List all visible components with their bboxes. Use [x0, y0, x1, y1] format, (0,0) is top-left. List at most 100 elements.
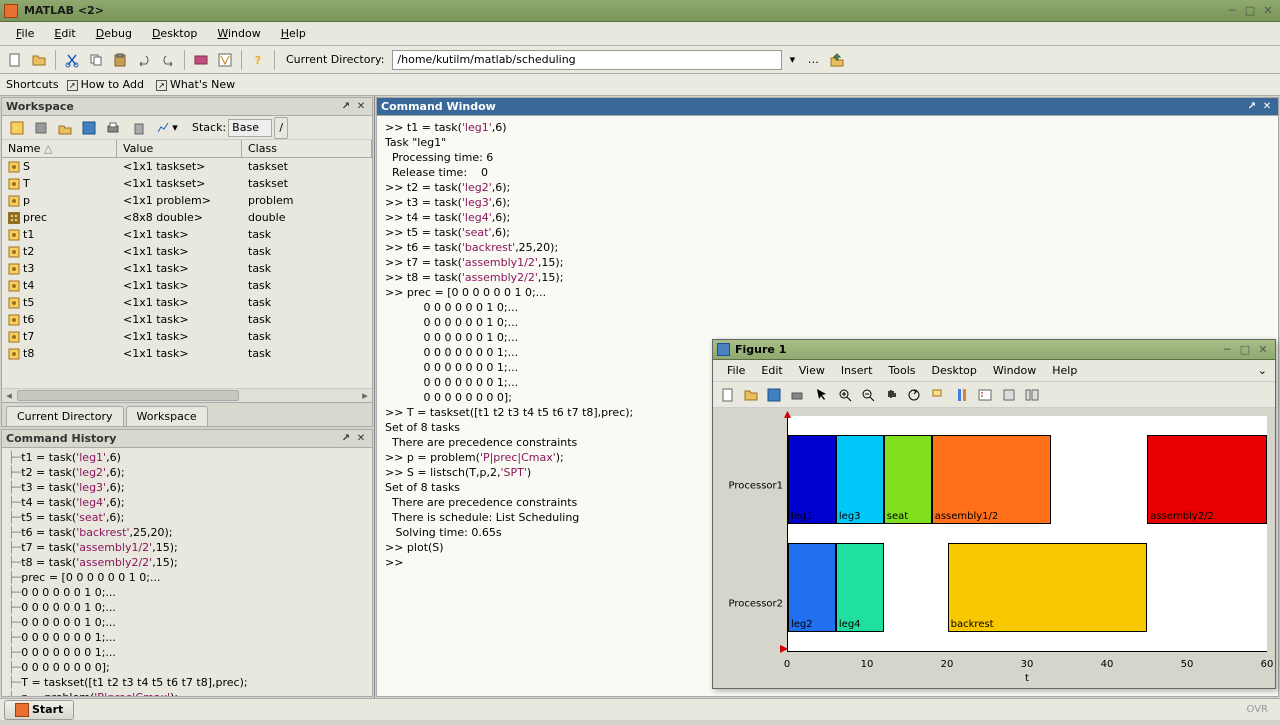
history-line[interactable]: ├─t3 = task('leg3',6); [8, 480, 366, 495]
gantt-bar[interactable]: assembly1/2 [932, 435, 1052, 524]
help-icon[interactable]: ? [247, 49, 269, 71]
menu-file[interactable]: File [6, 24, 44, 43]
print-icon[interactable] [102, 117, 124, 139]
close-button[interactable]: ✕ [1260, 4, 1276, 18]
workspace-row[interactable]: t6<1x1 task>task [2, 311, 372, 328]
history-line[interactable]: ├─t1 = task('leg1',6) [8, 450, 366, 465]
col-name[interactable]: Name △ [2, 140, 117, 157]
history-line[interactable]: ├─T = taskset([t1 t2 t3 t4 t5 t6 t7 t8],… [8, 675, 366, 690]
browse-dir-button[interactable]: … [802, 49, 824, 71]
fig-colorbar-icon[interactable] [951, 384, 973, 406]
cut-icon[interactable] [61, 49, 83, 71]
undock-icon[interactable]: ↗ [339, 100, 353, 114]
fig-zoomin-icon[interactable] [834, 384, 856, 406]
gantt-bar[interactable]: backrest [948, 543, 1148, 632]
workspace-row[interactable]: prec<8x8 double>double [2, 209, 372, 226]
history-line[interactable]: ├─0 0 0 0 0 0 0 1;... [8, 645, 366, 660]
fig-rotate-icon[interactable] [903, 384, 925, 406]
import-icon[interactable] [54, 117, 76, 139]
tab-workspace[interactable]: Workspace [126, 406, 208, 426]
fig-pointer-icon[interactable] [810, 384, 832, 406]
up-dir-icon[interactable] [826, 49, 848, 71]
stack-step-icon[interactable]: / [274, 117, 288, 139]
fig-minimize-button[interactable]: ─ [1219, 343, 1235, 357]
plot-area[interactable]: ▴ ▸ leg1leg3seatassembly1/2assembly2/2le… [787, 416, 1267, 652]
fig-menu-insert[interactable]: Insert [833, 362, 881, 379]
fig-menu-more-icon[interactable]: ⌄ [1250, 362, 1275, 379]
undo-icon[interactable] [133, 49, 155, 71]
col-value[interactable]: Value [117, 140, 242, 157]
history-line[interactable]: ├─prec = [0 0 0 0 0 0 1 0;... [8, 570, 366, 585]
fig-zoomout-icon[interactable] [857, 384, 879, 406]
fig-close-button[interactable]: ✕ [1255, 343, 1271, 357]
workspace-scrollbar[interactable]: ◂▸ [2, 388, 372, 402]
fig-hide-tools-icon[interactable] [998, 384, 1020, 406]
whats-new-link[interactable]: ↗What's New [152, 78, 239, 91]
fig-menu-window[interactable]: Window [985, 362, 1044, 379]
gantt-bar[interactable]: leg1 [788, 435, 836, 524]
history-line[interactable]: ├─p = problem('P|prec|Cmax'); [8, 690, 366, 696]
history-line[interactable]: ├─0 0 0 0 0 0 0 0]; [8, 660, 366, 675]
menu-window[interactable]: Window [207, 24, 270, 43]
delete-var-icon[interactable] [128, 117, 150, 139]
stack-input[interactable] [228, 119, 272, 137]
fig-menu-edit[interactable]: Edit [753, 362, 790, 379]
simulink-icon[interactable] [190, 49, 212, 71]
figure-window[interactable]: Figure 1 ─ □ ✕ File Edit View Insert Too… [712, 339, 1276, 689]
gantt-bar[interactable]: leg2 [788, 543, 836, 632]
col-class[interactable]: Class [242, 140, 372, 157]
history-line[interactable]: ├─0 0 0 0 0 0 0 1;... [8, 630, 366, 645]
workspace-row[interactable]: t1<1x1 task>task [2, 226, 372, 243]
history-line[interactable]: ├─t2 = task('leg2',6); [8, 465, 366, 480]
gantt-bar[interactable]: leg4 [836, 543, 884, 632]
fig-save-icon[interactable] [763, 384, 785, 406]
redo-icon[interactable] [157, 49, 179, 71]
save-ws-icon[interactable] [78, 117, 100, 139]
copy-icon[interactable] [85, 49, 107, 71]
workspace-row[interactable]: T<1x1 taskset>taskset [2, 175, 372, 192]
undock-icon[interactable]: ↗ [1245, 100, 1259, 114]
menu-help[interactable]: Help [271, 24, 316, 43]
figure-titlebar[interactable]: Figure 1 ─ □ ✕ [713, 340, 1275, 360]
minimize-button[interactable]: ─ [1224, 4, 1240, 18]
figure-canvas[interactable]: ▴ ▸ leg1leg3seatassembly1/2assembly2/2le… [713, 408, 1275, 688]
history-body[interactable]: ├─t1 = task('leg1',6)├─t2 = task('leg2',… [2, 448, 372, 696]
current-dir-input[interactable] [392, 50, 782, 70]
fig-print-icon[interactable] [786, 384, 808, 406]
fig-legend-icon[interactable] [974, 384, 996, 406]
open-var-icon[interactable] [30, 117, 52, 139]
fig-pan-icon[interactable] [880, 384, 902, 406]
tab-current-directory[interactable]: Current Directory [6, 406, 124, 426]
close-panel-icon[interactable]: ✕ [354, 432, 368, 446]
menu-edit[interactable]: Edit [44, 24, 85, 43]
menu-desktop[interactable]: Desktop [142, 24, 207, 43]
workspace-row[interactable]: t3<1x1 task>task [2, 260, 372, 277]
fig-new-icon[interactable] [717, 384, 739, 406]
history-line[interactable]: ├─t8 = task('assembly2/2',15); [8, 555, 366, 570]
undock-icon[interactable]: ↗ [339, 432, 353, 446]
dir-dropdown-icon[interactable]: ▾ [784, 49, 800, 71]
history-line[interactable]: ├─0 0 0 0 0 0 1 0;... [8, 600, 366, 615]
workspace-row[interactable]: t7<1x1 task>task [2, 328, 372, 345]
history-line[interactable]: ├─t6 = task('backrest',25,20); [8, 525, 366, 540]
fig-show-tools-icon[interactable] [1021, 384, 1043, 406]
fig-menu-help[interactable]: Help [1044, 362, 1085, 379]
history-line[interactable]: ├─0 0 0 0 0 0 1 0;... [8, 615, 366, 630]
fig-menu-view[interactable]: View [791, 362, 833, 379]
new-file-icon[interactable] [4, 49, 26, 71]
workspace-row[interactable]: S<1x1 taskset>taskset [2, 158, 372, 175]
how-to-add-link[interactable]: ↗How to Add [63, 78, 148, 91]
paste-icon[interactable] [109, 49, 131, 71]
history-line[interactable]: ├─0 0 0 0 0 0 1 0;... [8, 585, 366, 600]
workspace-row[interactable]: t4<1x1 task>task [2, 277, 372, 294]
history-line[interactable]: ├─t5 = task('seat',6); [8, 510, 366, 525]
fig-datacursor-icon[interactable] [927, 384, 949, 406]
menu-debug[interactable]: Debug [86, 24, 142, 43]
guide-icon[interactable] [214, 49, 236, 71]
start-button[interactable]: Start [4, 700, 74, 720]
fig-maximize-button[interactable]: □ [1237, 343, 1253, 357]
fig-open-icon[interactable] [740, 384, 762, 406]
fig-menu-desktop[interactable]: Desktop [924, 362, 985, 379]
fig-menu-file[interactable]: File [719, 362, 753, 379]
gantt-bar[interactable]: seat [884, 435, 932, 524]
